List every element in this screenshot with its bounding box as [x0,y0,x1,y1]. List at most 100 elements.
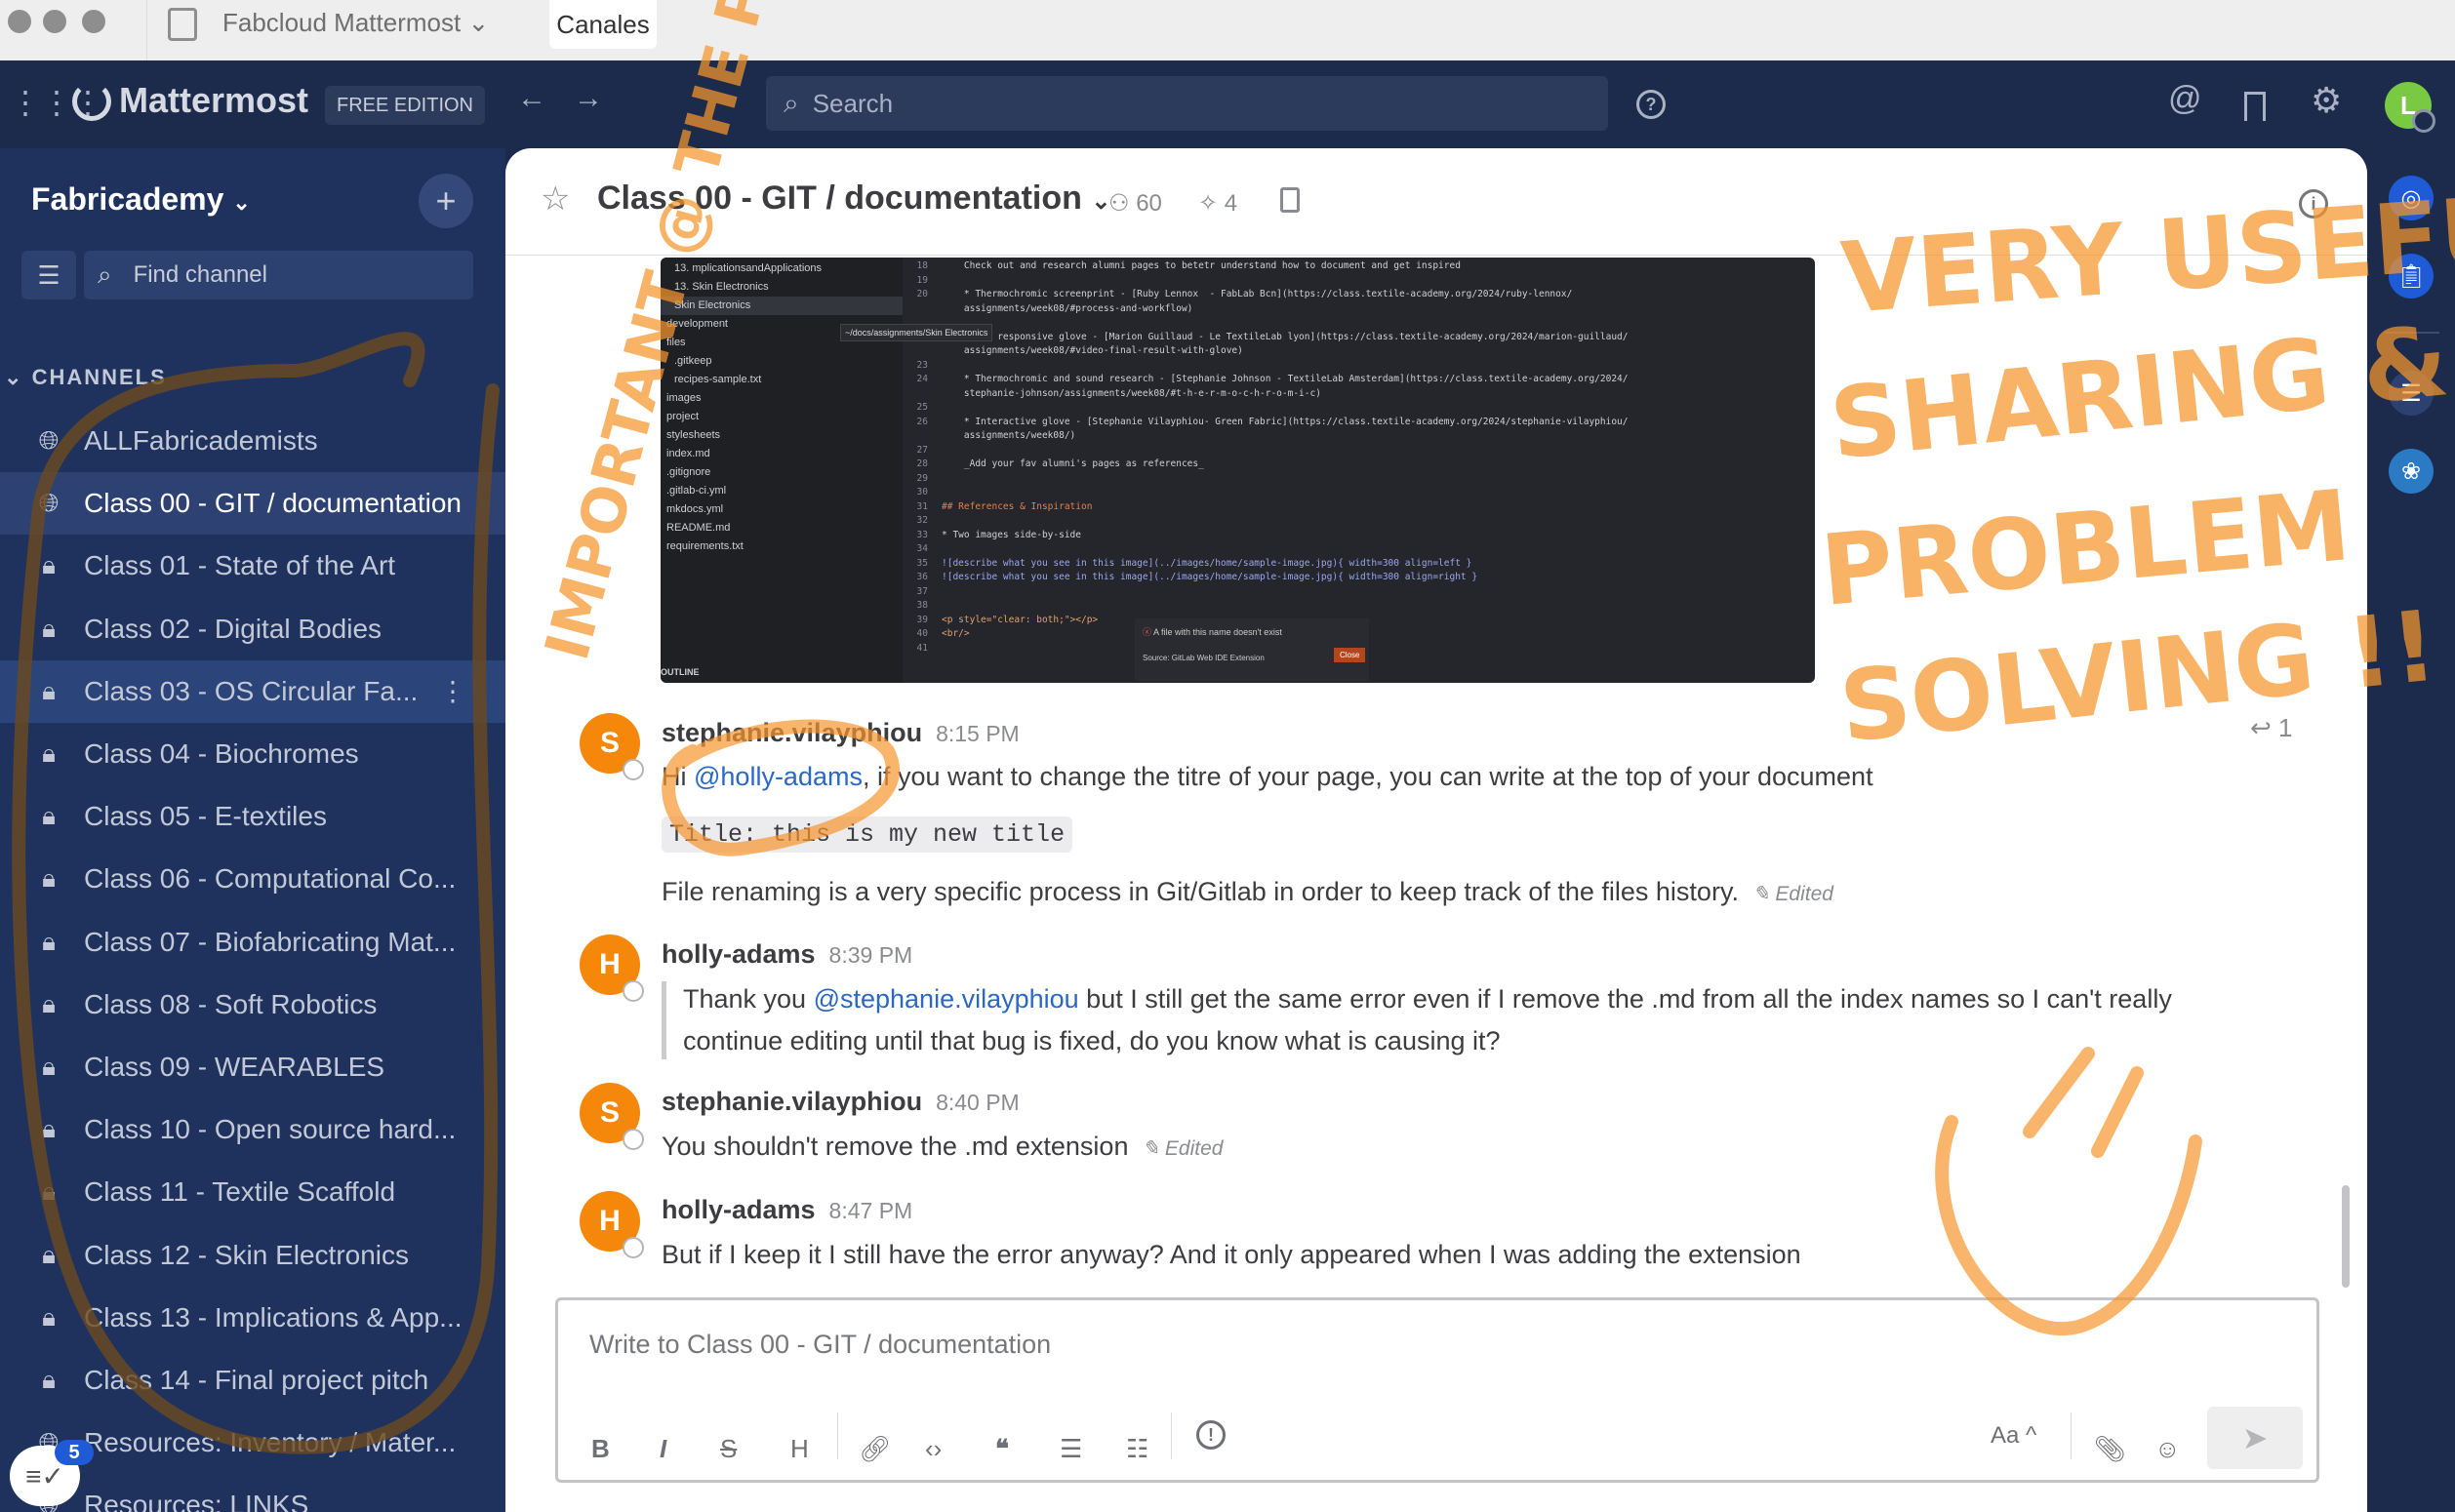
error-icon: ⓧ [1143,627,1152,637]
file-tree-item: recipes-sample.txt [674,374,762,385]
attachment-paperclip-icon[interactable]: 📎︎ [2094,1434,2126,1464]
post-message: But if I keep it I still have the error … [662,1240,1801,1269]
code-text: Check out and research alumni pages to b… [942,260,1461,271]
notification-message: A file with this name doesn't exist [1153,627,1282,637]
sidebar-item-channel[interactable]: 🌐︎ Class 00 - GIT / documentation [0,472,505,536]
sidebar-item-channel[interactable]: 🔒︎ Class 01 - State of the Art [0,535,505,597]
sidebar-item-channel[interactable]: 🔒︎ Class 10 - Open source hard... [0,1098,505,1161]
jitsi-app-icon[interactable]: ❀ [2389,449,2434,494]
post-author[interactable]: stephanie.vilayphiou [662,718,922,747]
sidebar-item-channel[interactable]: 🔒︎ Class 08 - Soft Robotics [0,974,505,1036]
sidebar-item-channel[interactable]: 🔒︎ Class 13 - Implications & App... [0,1287,505,1349]
sidebar-item-channel[interactable]: 🔒︎ Class 06 - Computational Co... [0,848,505,910]
send-button[interactable]: ➤ [2207,1407,2303,1469]
post-message-line: continue editing until that bug is fixed… [683,1026,1501,1055]
boards-clipboard-icon[interactable]: 📋︎ [2389,254,2434,298]
channel-label: Class 03 - OS Circular Fa... [84,675,419,706]
channel-header: ☆ Class 00 - GIT / documentation ⌄ ⚇ 60 … [505,148,2367,256]
sidebar-item-channel[interactable]: 🔒︎ Class 05 - E-textiles [0,785,505,848]
sidebar-item-channel[interactable]: 🔒︎ Class 04 - Biochromes [0,723,505,785]
sidebar-item-channel[interactable]: 🔒︎ Class 12 - Skin Electronics [0,1224,505,1287]
channel-options-icon[interactable]: ⋮ [439,675,466,707]
mentions-at-icon[interactable]: @ [2168,80,2202,118]
channel-label: Class 04 - Biochromes [84,738,359,769]
search-input[interactable]: ⌕ Search [766,76,1608,131]
filter-channels-button[interactable]: ☰ [21,251,76,299]
emoji-icon[interactable]: ☺ [2154,1434,2181,1464]
scrollbar[interactable] [2342,1185,2350,1288]
server-name: Fabcloud Mattermost [222,8,462,37]
bold-icon[interactable]: B [591,1434,610,1464]
saved-bookmark-icon[interactable] [2244,92,2266,121]
mention-link[interactable]: @stephanie.vilayphiou [814,984,1079,1014]
code-text: <br/> [942,628,970,639]
add-channel-button[interactable]: + [419,174,473,228]
list-icon[interactable]: ☰ [2389,371,2434,416]
strikethrough-icon[interactable]: S [720,1434,737,1464]
forward-arrow-icon[interactable]: → [574,82,603,115]
sidebar-item-channel[interactable]: 🌐︎ ALLFabricademists [0,410,505,472]
channel-name-menu[interactable]: Class 00 - GIT / documentation ⌄ [597,179,1110,218]
file-tree-item: images [666,392,702,404]
post-author[interactable]: holly-adams [662,1195,816,1224]
status-icon [623,1129,644,1150]
zoom-window-button[interactable] [82,10,105,33]
lock-icon: 🔒︎ [42,1176,56,1207]
post-time[interactable]: 8:39 PM [829,942,913,968]
message-input[interactable]: Write to Class 00 - GIT / documentation [589,1330,1051,1360]
code-line: 36 ![describe what you see in this image]… [903,571,1815,585]
code-icon[interactable]: ‹› [925,1434,942,1464]
formatting-toggle[interactable]: Aa ^ [1991,1422,2036,1450]
post-time[interactable]: 8:40 PM [936,1090,1020,1115]
channel-info-icon[interactable]: i [2299,189,2328,219]
back-arrow-icon[interactable]: ← [517,82,546,115]
post-author[interactable]: holly-adams [662,939,816,969]
sidebar-item-channel[interactable]: 🔒︎ Class 02 - Digital Bodies [0,598,505,660]
channel-label: Class 07 - Biofabricating Mat... [84,926,457,957]
code-line: 25 [903,401,1815,416]
text: You shouldn't remove the .md extension [662,1132,1129,1161]
code-text: * Interactive glove - [Stephanie Vilayph… [942,416,1629,427]
reply-count: 1 [2278,713,2293,742]
line-number: 41 [916,642,928,654]
post-time[interactable]: 8:15 PM [936,721,1020,746]
section-label: CHANNELS [31,365,167,389]
minimize-window-button[interactable] [43,10,66,33]
sidebar-item-channel[interactable]: 🔒︎ Class 09 - WEARABLES [0,1036,505,1098]
channel-label: Class 12 - Skin Electronics [84,1239,410,1270]
settings-gear-icon[interactable]: ⚙ [2311,80,2342,121]
find-channel-button[interactable]: ⌕ Find channel [84,251,473,299]
quote-icon[interactable]: ❝ [995,1434,1009,1464]
sidebar-item-channel[interactable]: 🔒︎ Class 07 - Biofabricating Mat... [0,911,505,974]
files-icon[interactable] [1280,187,1300,213]
attached-image-ide-screenshot[interactable]: 13. mplicationsandApplications 13. Skin E… [661,258,1815,683]
priority-icon[interactable]: ! [1196,1420,1226,1450]
team-menu-button[interactable]: Fabricademy ⌄ [31,181,251,218]
reply-count-button[interactable]: ↩ 1 [2250,713,2293,743]
mention-link[interactable]: @holly-adams [694,762,863,791]
bulleted-list-icon[interactable]: ☰ [1060,1434,1082,1464]
post-message: You shouldn't remove the .md extension ✎ … [662,1132,1223,1162]
line-number: 23 [916,359,928,371]
close-window-button[interactable] [8,10,31,33]
sidebar-item-channel[interactable]: 🔒︎ Class 03 - OS Circular Fa... ⋮ [0,659,505,723]
channels-section-header[interactable]: ⌄ CHANNELS [4,365,167,390]
channel-label: Class 13 - Implications & App... [84,1301,463,1333]
sidebar-item-channel[interactable]: 🔒︎ Class 14 - Final project pitch [0,1349,505,1412]
post-time[interactable]: 8:47 PM [829,1198,913,1223]
message-composer: Write to Class 00 - GIT / documentation [555,1297,2319,1483]
post-author[interactable]: stephanie.vilayphiou [662,1087,922,1116]
numbered-list-icon[interactable]: ☷ [1126,1434,1148,1464]
members-button[interactable]: ⚇ 60 [1108,189,1162,218]
pinned-button[interactable]: ✧ 4 [1198,189,1237,218]
line-number: 26 [916,416,928,427]
link-icon[interactable]: 🔗︎ [859,1434,891,1464]
favorite-star-icon[interactable]: ☆ [541,179,570,219]
sidebar-item-channel[interactable]: 🔒︎ Class 11 - Textile Scaffold [0,1161,505,1223]
help-icon[interactable]: ? [1636,90,1666,119]
server-selector[interactable]: Fabcloud Mattermost ⌄ [222,8,489,38]
heading-icon[interactable]: H [790,1434,809,1464]
playbooks-target-icon[interactable]: ◎ [2389,176,2434,220]
tab-canales[interactable]: Canales [549,0,657,49]
italic-icon[interactable]: I [660,1434,666,1464]
